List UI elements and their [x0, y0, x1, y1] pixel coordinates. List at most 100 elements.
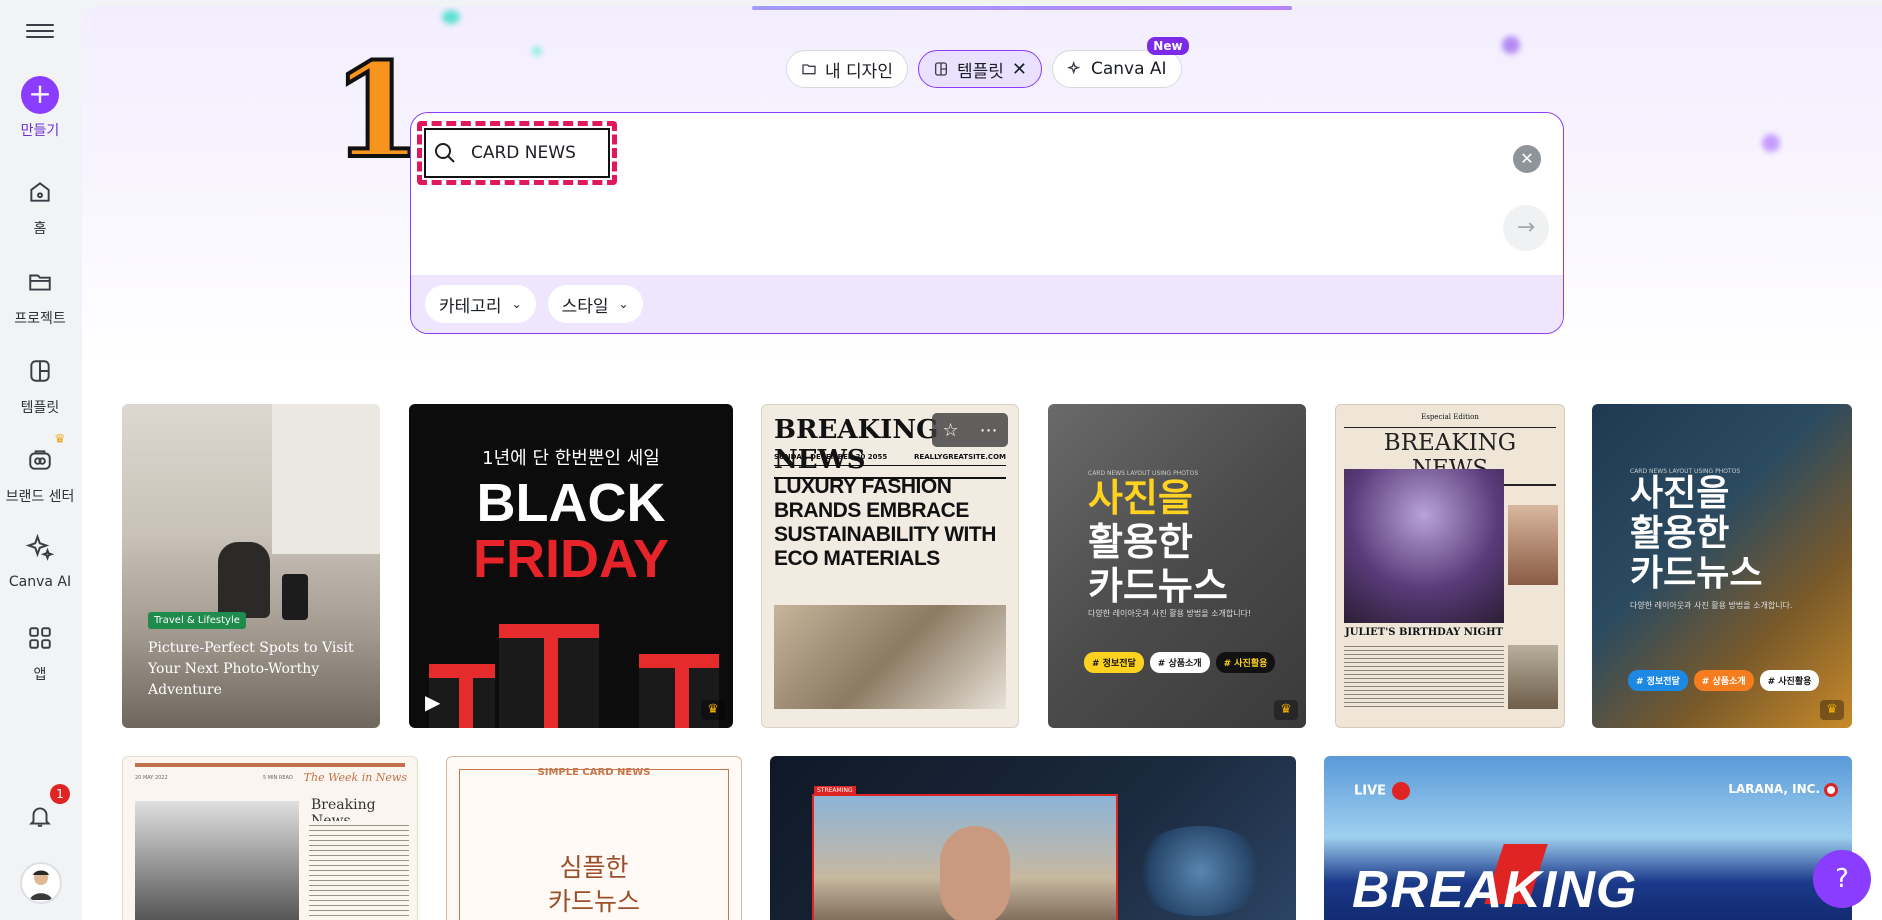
help-button[interactable]: ?	[1813, 850, 1871, 908]
template-edition: Especial Edition	[1421, 413, 1479, 421]
accent-bar	[135, 763, 405, 767]
filter-label: 스타일	[561, 296, 609, 317]
apps-icon	[20, 618, 60, 658]
live-label: LIVE	[1354, 783, 1387, 799]
template-photo	[1508, 645, 1558, 709]
close-icon[interactable]: ✕	[1012, 59, 1027, 80]
person-shape	[218, 542, 270, 618]
search-input[interactable]: CARD NEWS	[433, 141, 576, 165]
sidebar-item-apps[interactable]: 앱	[0, 618, 80, 684]
template-heading: 심플한 카드뉴스	[447, 851, 741, 919]
tab-label: Canva AI	[1090, 59, 1167, 79]
suitcase-shape	[282, 574, 308, 620]
sidebar-item-label: 브랜드 센터	[5, 489, 75, 505]
template-card[interactable]: CARD NEWS LAYOUT USING PHOTOS 사진을 활용한 카드…	[1048, 404, 1306, 728]
menu-icon[interactable]	[26, 20, 54, 44]
template-title: 사진을 활용한 카드뉴스	[1630, 474, 1762, 594]
create-button[interactable]: + 만들기	[0, 76, 80, 140]
sidebar-item-projects[interactable]: 프로젝트	[0, 262, 80, 328]
template-read-time: 5 MIN READ	[263, 775, 293, 781]
template-title-line: 사진을	[1630, 473, 1730, 514]
sidebar-item-canva-ai[interactable]: Canva AI	[0, 528, 80, 590]
template-card[interactable]: CARD NEWS LAYOUT USING PHOTOS 사진을 활용한 카드…	[1592, 404, 1852, 728]
template-tag: # 상품소개	[1149, 652, 1210, 673]
notifications-button[interactable]: 1	[0, 784, 80, 842]
search-mode-tabs: 내 디자인 템플릿 ✕ Canva AI New	[786, 37, 1189, 88]
decor-sparkle	[1762, 134, 1780, 152]
search-icon	[435, 143, 455, 163]
tab-my-designs[interactable]: 내 디자인	[786, 50, 908, 88]
template-tags: # 정보전달 # 상품소개 # 사진활용	[1628, 670, 1820, 691]
template-tags: # 정보전달 # 상품소개 # 사진활용	[1084, 652, 1276, 673]
template-title-line: 카드뉴스	[1630, 553, 1763, 594]
template-description: 다양한 레이아웃과 사진 활용 방법을 소개합니다!	[1088, 609, 1252, 618]
template-photo	[1344, 469, 1504, 623]
record-icon	[1392, 782, 1411, 800]
filter-label: 카테고리	[439, 296, 502, 317]
template-title: SIMPLE CARD NEWS	[537, 767, 651, 778]
template-caption: Picture-Perfect Spots to Visit Your Next…	[148, 640, 354, 698]
crown-icon: ♛	[54, 432, 66, 447]
template-dateline: SUNDAY, DECEMBER 20 2055 REALLYGREATSITE…	[774, 453, 1006, 466]
template-card[interactable]: 20 MAY 2022 5 MIN READ The Week in News …	[122, 756, 418, 920]
tab-canva-ai[interactable]: Canva AI New	[1051, 37, 1189, 88]
tab-label: 내 디자인	[825, 61, 893, 82]
template-title: 사진을 활용한 카드뉴스	[1088, 476, 1228, 608]
template-title-line: 카드뉴스	[1088, 564, 1228, 608]
template-tag: # 사진활용	[1759, 670, 1820, 691]
template-kicker: The Week in News	[303, 771, 407, 784]
template-tag: # 정보전달	[1084, 652, 1144, 673]
clear-search-button[interactable]: ✕	[1513, 145, 1541, 173]
template-card[interactable]: 1년에 단 한번뿐인 세일 BLACK FRIDAY ▶ ♛	[409, 404, 733, 728]
template-card[interactable]: LIVE LARANA, INC. BREAKING	[1324, 756, 1852, 920]
sidebar-item-home[interactable]: 홈	[0, 172, 80, 238]
tab-label: 템플릿	[956, 61, 1004, 82]
template-title-line: 활용한	[1088, 520, 1193, 564]
template-description: 다양한 레이아웃과 사진 활용 방법을 소개합니다.	[1630, 601, 1793, 610]
live-indicator: LIVE	[1354, 782, 1411, 800]
tab-templates[interactable]: 템플릿 ✕	[917, 50, 1042, 88]
template-date: 20 MAY 2022	[135, 775, 168, 781]
sidebar-item-templates[interactable]: 템플릿	[0, 351, 80, 417]
template-card[interactable]: SIMPLE CARD NEWS 심플한 카드뉴스	[446, 756, 742, 920]
template-title-red: FRIDAY	[472, 529, 670, 589]
template-card[interactable]: Travel & Lifestyle Picture-Perfect Spots…	[122, 404, 380, 728]
person-shape	[940, 826, 1010, 920]
template-card[interactable]: BREAKING NEWS SUNDAY, DECEMBER 20 2055 R…	[761, 404, 1019, 728]
play-icon: ▶	[425, 690, 441, 714]
template-heading-line: 심플한	[559, 853, 629, 882]
template-photo	[774, 605, 1006, 709]
home-icon	[20, 172, 60, 212]
avatar[interactable]	[20, 862, 62, 904]
template-headline: LUXURY FASHION BRANDS EMBRACE SUSTAINABI…	[774, 475, 996, 570]
template-photo	[135, 801, 299, 920]
template-tag: Travel & Lifestyle	[148, 612, 246, 629]
template-title: BLACK	[476, 473, 666, 533]
sidebar-item-label: 앱	[33, 667, 47, 683]
search-query: CARD NEWS	[471, 143, 576, 163]
style-filter[interactable]: 스타일 ⌄	[547, 285, 643, 323]
template-card[interactable]: STREAMING	[770, 756, 1296, 920]
crown-icon: ♛	[1820, 700, 1844, 720]
template-title-line: 활용한	[1630, 513, 1730, 554]
template-card[interactable]: Especial Edition BREAKING NEWS JULIET'S …	[1335, 404, 1565, 728]
template-site: REALLYGREATSITE.COM	[914, 453, 1006, 461]
card-actions[interactable]: ☆ ⋯	[932, 413, 1008, 447]
decor-sparkle	[1502, 36, 1520, 54]
decor-sparkle	[532, 46, 542, 56]
notification-badge: 1	[50, 784, 70, 804]
template-text-lines	[309, 821, 409, 920]
crown-icon: ♛	[1274, 700, 1298, 720]
main-panel: 내 디자인 템플릿 ✕ Canva AI New 1 CARD NEWS ✕ →…	[82, 6, 1882, 920]
corp-name: LARANA, INC.	[1728, 782, 1820, 796]
chevron-down-icon: ⌄	[511, 297, 522, 311]
submit-search-button[interactable]: →	[1503, 205, 1549, 251]
template-subtitle: 1년에 단 한번뿐인 세일	[482, 448, 660, 469]
annotation-number: 1	[330, 34, 424, 187]
folder-icon	[802, 64, 816, 75]
more-icon[interactable]: ⋯	[980, 420, 998, 441]
star-icon[interactable]: ☆	[942, 420, 958, 441]
category-filter[interactable]: 카테고리 ⌄	[425, 285, 536, 323]
sidebar-item-brand-center[interactable]: ♛ 브랜드 센터	[0, 432, 80, 506]
globe-shape	[1130, 826, 1270, 916]
